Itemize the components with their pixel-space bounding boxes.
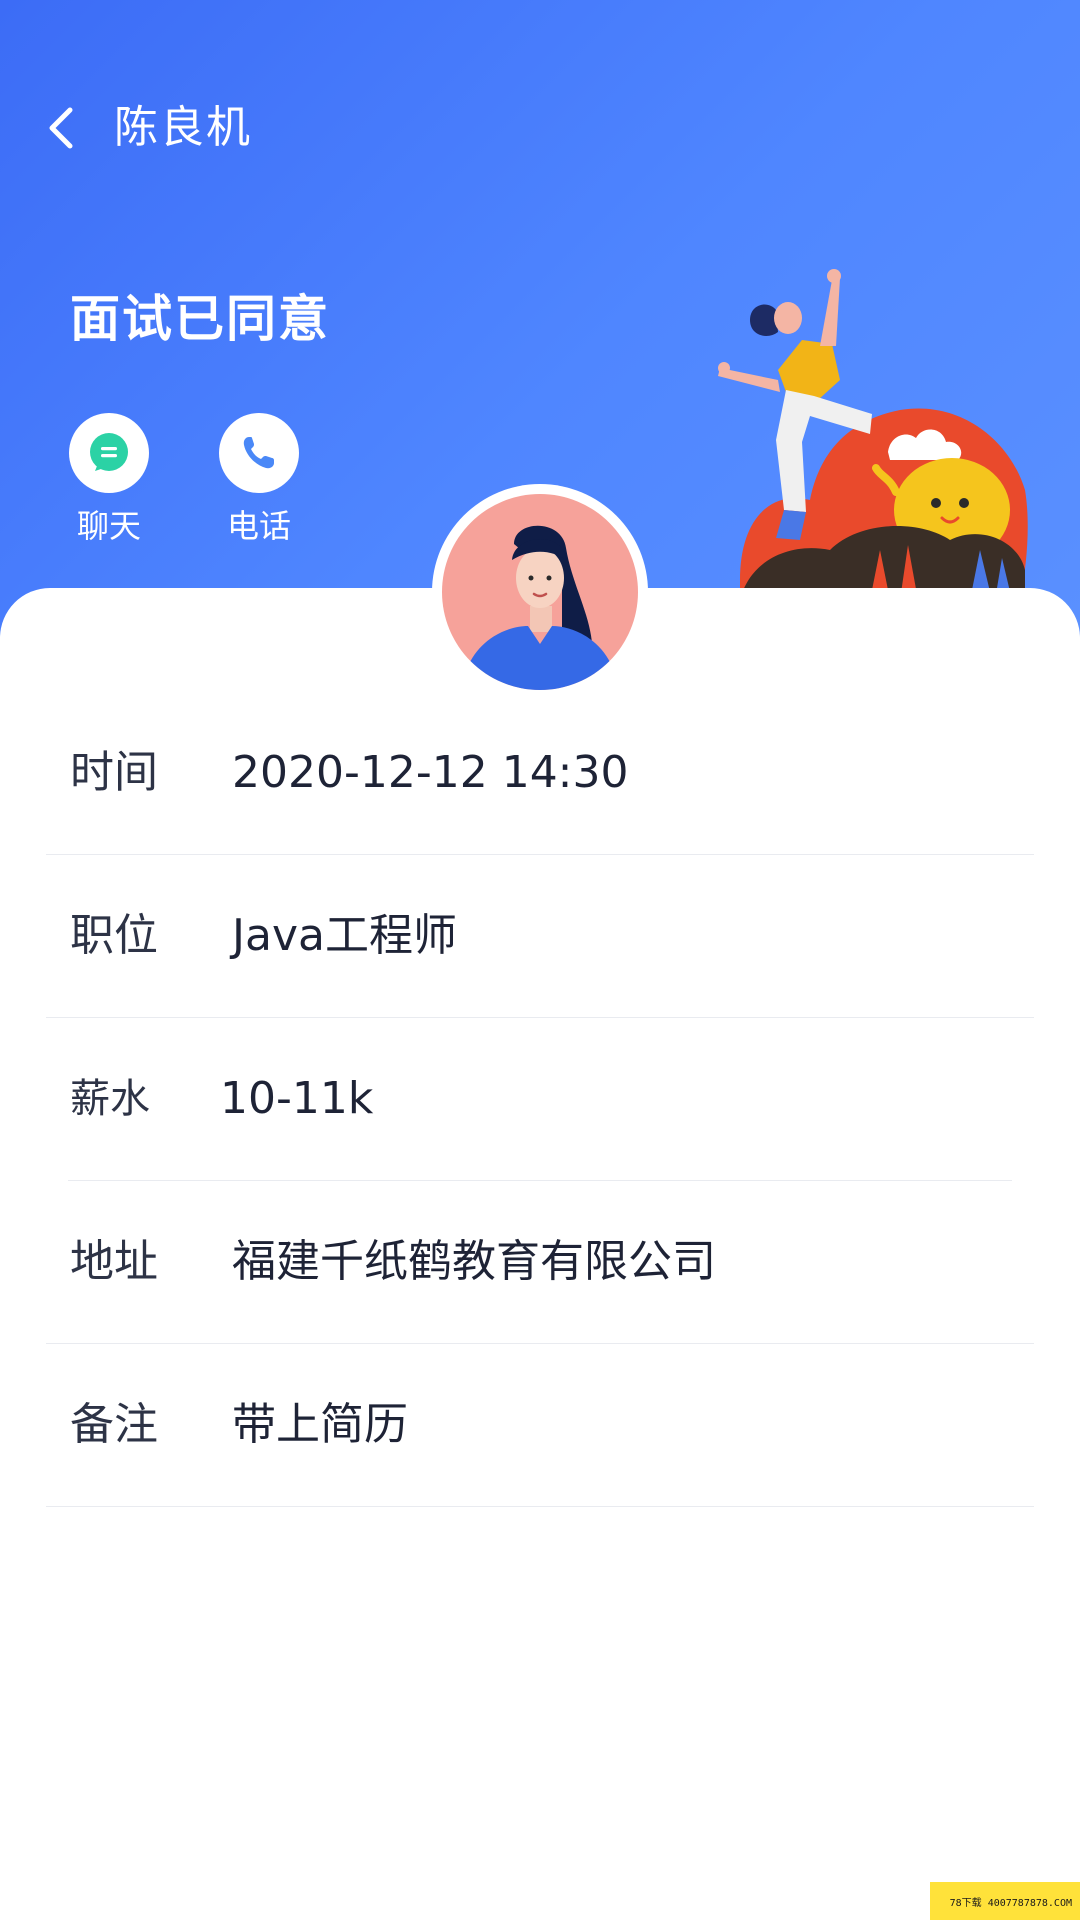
page-title: 陈良机	[114, 102, 252, 153]
watermark: 78下载 4007787878.COM	[930, 1882, 1080, 1920]
chevron-left-icon	[49, 107, 73, 149]
salary-label: 薪水	[70, 1076, 150, 1122]
remark-label: 备注	[70, 1399, 158, 1450]
chat-icon	[90, 433, 128, 471]
remark-value: 带上简历	[232, 1399, 408, 1450]
phone-icon	[243, 437, 274, 469]
address-value: 福建千纸鹤教育有限公司	[232, 1236, 716, 1287]
detail-row-salary: 薪水 10-11k	[68, 1018, 1012, 1181]
time-label: 时间	[70, 747, 158, 798]
phone-label: 电话	[226, 507, 291, 545]
salary-value: 10-11k	[220, 1073, 374, 1124]
detail-row-time: 时间 2020-12-12 14:30	[46, 692, 1034, 855]
user-avatar-icon	[442, 494, 638, 690]
detail-row-position: 职位 Java工程师	[46, 855, 1034, 1018]
detail-row-address: 地址 福建千纸鹤教育有限公司	[46, 1181, 1034, 1344]
chat-button[interactable]: 聊天	[54, 413, 164, 547]
time-value: 2020-12-12 14:30	[232, 747, 629, 798]
position-label: 职位	[70, 910, 158, 961]
chat-label: 聊天	[76, 507, 141, 545]
watermark-text: 78下载 4007787878.COM	[949, 1897, 1072, 1909]
avatar	[432, 484, 648, 700]
address-label: 地址	[70, 1236, 158, 1287]
back-button[interactable]	[38, 98, 86, 158]
phone-button[interactable]: 电话	[204, 413, 314, 547]
celebration-illustration	[718, 269, 1028, 600]
position-value: Java工程师	[232, 910, 457, 961]
detail-row-remark: 备注 带上简历	[46, 1344, 1034, 1507]
interview-status-title: 面试已同意	[70, 290, 330, 348]
